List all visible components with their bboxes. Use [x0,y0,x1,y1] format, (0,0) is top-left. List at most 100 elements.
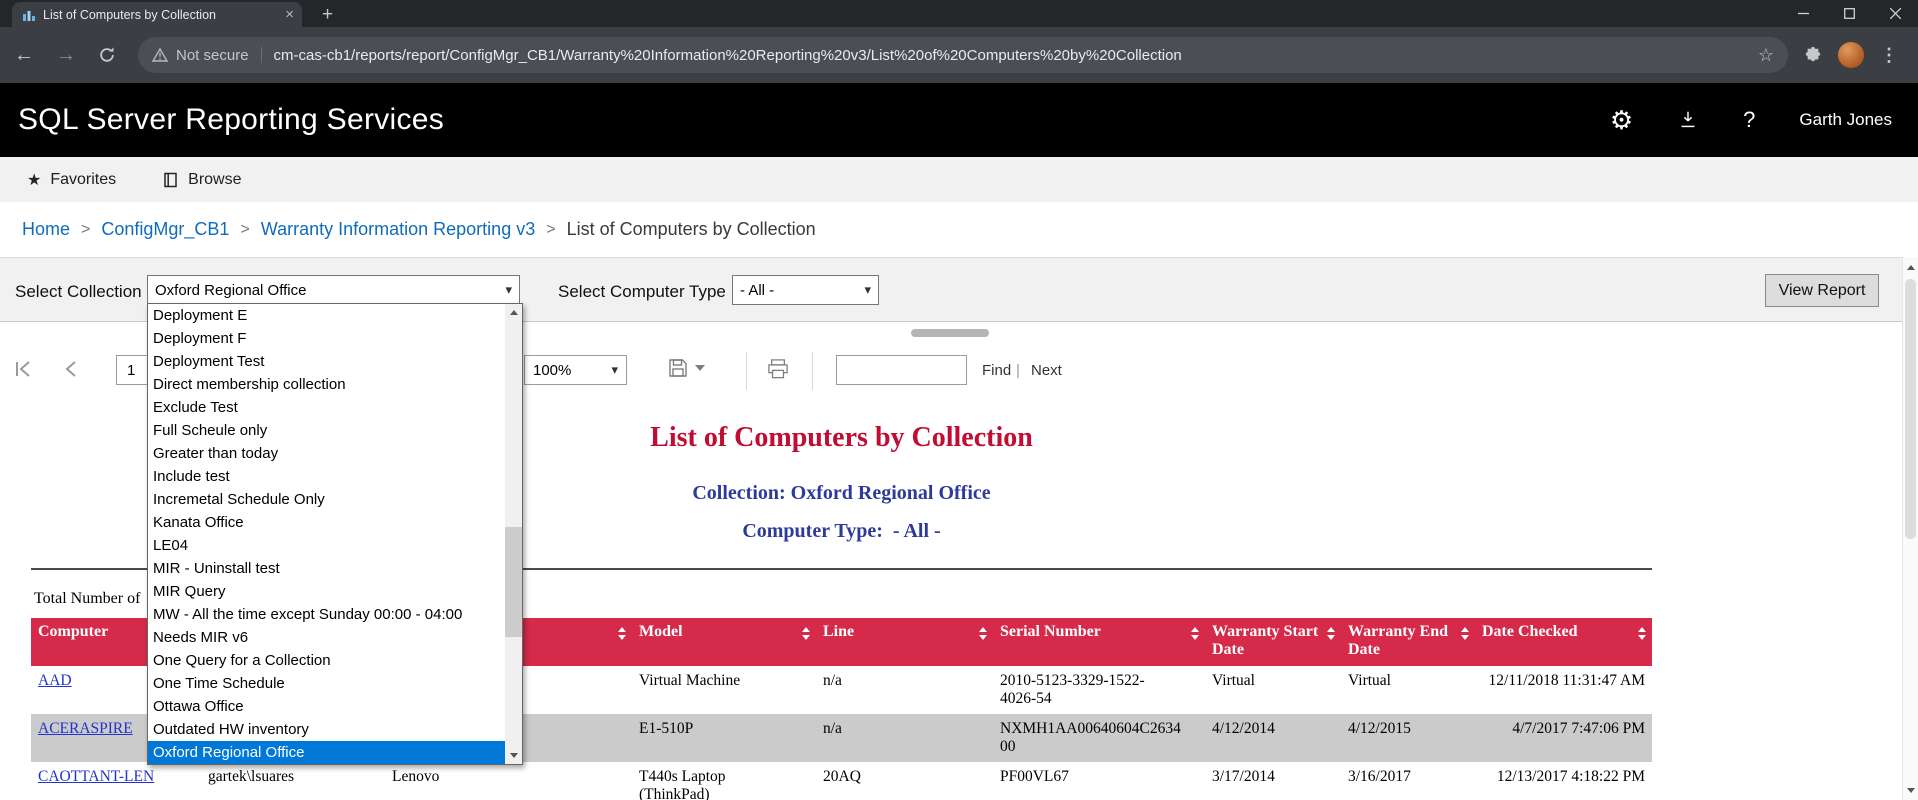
security-label[interactable]: Not secure [176,47,249,64]
column-header[interactable]: Model [632,618,816,666]
column-header[interactable]: Date Checked [1475,618,1652,666]
sort-icon[interactable] [979,627,987,640]
next-button[interactable]: Next [1031,362,1062,379]
collection-option[interactable]: MW - All the time except Sunday 00:00 - … [148,603,506,626]
download-icon[interactable] [1677,109,1699,131]
forward-button[interactable]: → [56,44,76,67]
column-header[interactable]: Warranty End Date [1341,618,1475,666]
computer-type-select[interactable]: - All - ▾ [732,275,879,305]
browse-icon [164,172,179,188]
data-cell: gartek\lsuares [201,762,385,800]
save-export-button[interactable] [668,358,705,378]
collection-option[interactable]: LE04 [148,534,506,557]
scroll-down-arrow[interactable] [1903,782,1918,798]
first-page-button[interactable] [14,360,34,378]
collection-option[interactable]: Oxford Regional Office [148,741,506,764]
vertical-scrollbar[interactable] [1902,257,1918,800]
view-report-button[interactable]: View Report [1765,274,1879,307]
collection-option[interactable]: Deployment Test [148,350,506,373]
back-button[interactable]: ← [14,44,34,67]
print-button[interactable] [766,359,790,379]
breadcrumb-separator: > [535,221,566,239]
collection-option[interactable]: One Time Schedule [148,672,506,695]
column-header[interactable]: Warranty Start Date [1205,618,1341,666]
dropdown-scroll-down-arrow[interactable] [505,747,522,764]
window-maximize-button[interactable] [1826,0,1872,27]
collection-option[interactable]: One Query for a Collection [148,649,506,672]
collection-option[interactable]: Kanata Office [148,511,506,534]
computer-link[interactable]: AAD [38,672,72,689]
table-row: CAOTTANT-LENgartek\lsuaresLenovoT440s La… [31,762,1652,800]
window-close-button[interactable] [1872,0,1918,27]
sort-icon[interactable] [802,627,810,640]
dropdown-scrollbar[interactable] [505,304,522,764]
previous-page-button[interactable] [64,360,78,378]
browser-tab[interactable]: List of Computers by Collection × [12,2,302,27]
dropdown-scroll-up-arrow[interactable] [505,304,522,321]
dropdown-scrollbar-thumb[interactable] [505,527,522,637]
column-header-label: Line [823,623,854,640]
column-header-label: Computer [38,623,108,640]
url-text[interactable]: cm-cas-cb1/reports/report/ConfigMgr_CB1/… [274,47,1748,64]
collection-option[interactable]: Full Scheule only [148,419,506,442]
window-minimize-button[interactable] [1780,0,1826,27]
collection-option[interactable]: Direct membership collection [148,373,506,396]
profile-avatar[interactable] [1838,42,1864,68]
user-name[interactable]: Garth Jones [1799,110,1892,130]
favorites-tab[interactable]: ★ Favorites [27,170,116,190]
vertical-scrollbar-thumb[interactable] [1905,279,1916,539]
computer-link[interactable]: ACERASPIRE [38,720,133,737]
collection-select[interactable]: Oxford Regional Office ▾ [147,275,520,305]
help-icon[interactable]: ? [1743,107,1755,133]
tab-close-icon[interactable]: × [285,6,294,23]
breadcrumb-item: List of Computers by Collection [567,219,816,240]
data-cell: 20AQ [816,762,993,800]
bookmark-star-icon[interactable]: ☆ [1758,45,1774,66]
collection-option[interactable]: Exclude Test [148,396,506,419]
collection-option[interactable]: Deployment F [148,327,506,350]
sort-icon[interactable] [618,627,626,640]
scroll-up-arrow[interactable] [1903,259,1918,275]
breadcrumb-item[interactable]: ConfigMgr_CB1 [101,219,229,240]
computer-link[interactable]: CAOTTANT-LEN [38,768,154,785]
data-cell: PF00VL67 [993,762,1205,800]
address-bar-actions: ⋮ [1804,42,1898,68]
zoom-value: 100% [533,362,571,379]
sort-icon[interactable] [1638,627,1646,640]
collection-option[interactable]: Outdated HW inventory [148,718,506,741]
collection-option[interactable]: Needs MIR v6 [148,626,506,649]
collection-option[interactable]: Incremetal Schedule Only [148,488,506,511]
sort-icon[interactable] [1461,627,1469,640]
collection-select-value: Oxford Regional Office [155,282,306,299]
breadcrumb-item[interactable]: Warranty Information Reporting v3 [261,219,535,240]
data-cell: 4/7/2017 7:47:06 PM [1475,714,1652,762]
breadcrumb-item[interactable]: Home [22,219,70,240]
collection-option[interactable]: MIR Query [148,580,506,603]
browser-menu-icon[interactable]: ⋮ [1880,45,1898,66]
address-separator [261,47,262,63]
report-total-label: Total Number of [34,590,140,608]
find-button[interactable]: Find [982,362,1011,379]
sort-icon[interactable] [1327,627,1335,640]
toolbar-divider [812,352,813,390]
horizontal-scrollbar-thumb[interactable] [911,329,989,337]
settings-gear-icon[interactable]: ⚙ [1610,105,1633,136]
browse-tab[interactable]: Browse [164,171,241,189]
column-header[interactable]: Serial Number [993,618,1205,666]
column-header[interactable]: Line [816,618,993,666]
refresh-button[interactable] [98,46,116,64]
collection-option[interactable]: Ottawa Office [148,695,506,718]
zoom-select[interactable]: 100% ▾ [524,355,627,385]
column-header-label: Warranty End Date [1348,623,1448,658]
collection-option[interactable]: MIR - Uninstall test [148,557,506,580]
new-tab-button[interactable]: + [314,2,341,27]
collection-option[interactable]: Include test [148,465,506,488]
sort-icon[interactable] [1191,627,1199,640]
find-input[interactable] [836,355,967,385]
address-bar-input[interactable]: Not secure cm-cas-cb1/reports/report/Con… [138,37,1788,73]
data-cell: n/a [816,714,993,762]
collection-option[interactable]: Greater than today [148,442,506,465]
extensions-icon[interactable] [1804,46,1822,64]
find-next-separator: | [1016,362,1020,379]
collection-option[interactable]: Deployment E [148,304,506,327]
